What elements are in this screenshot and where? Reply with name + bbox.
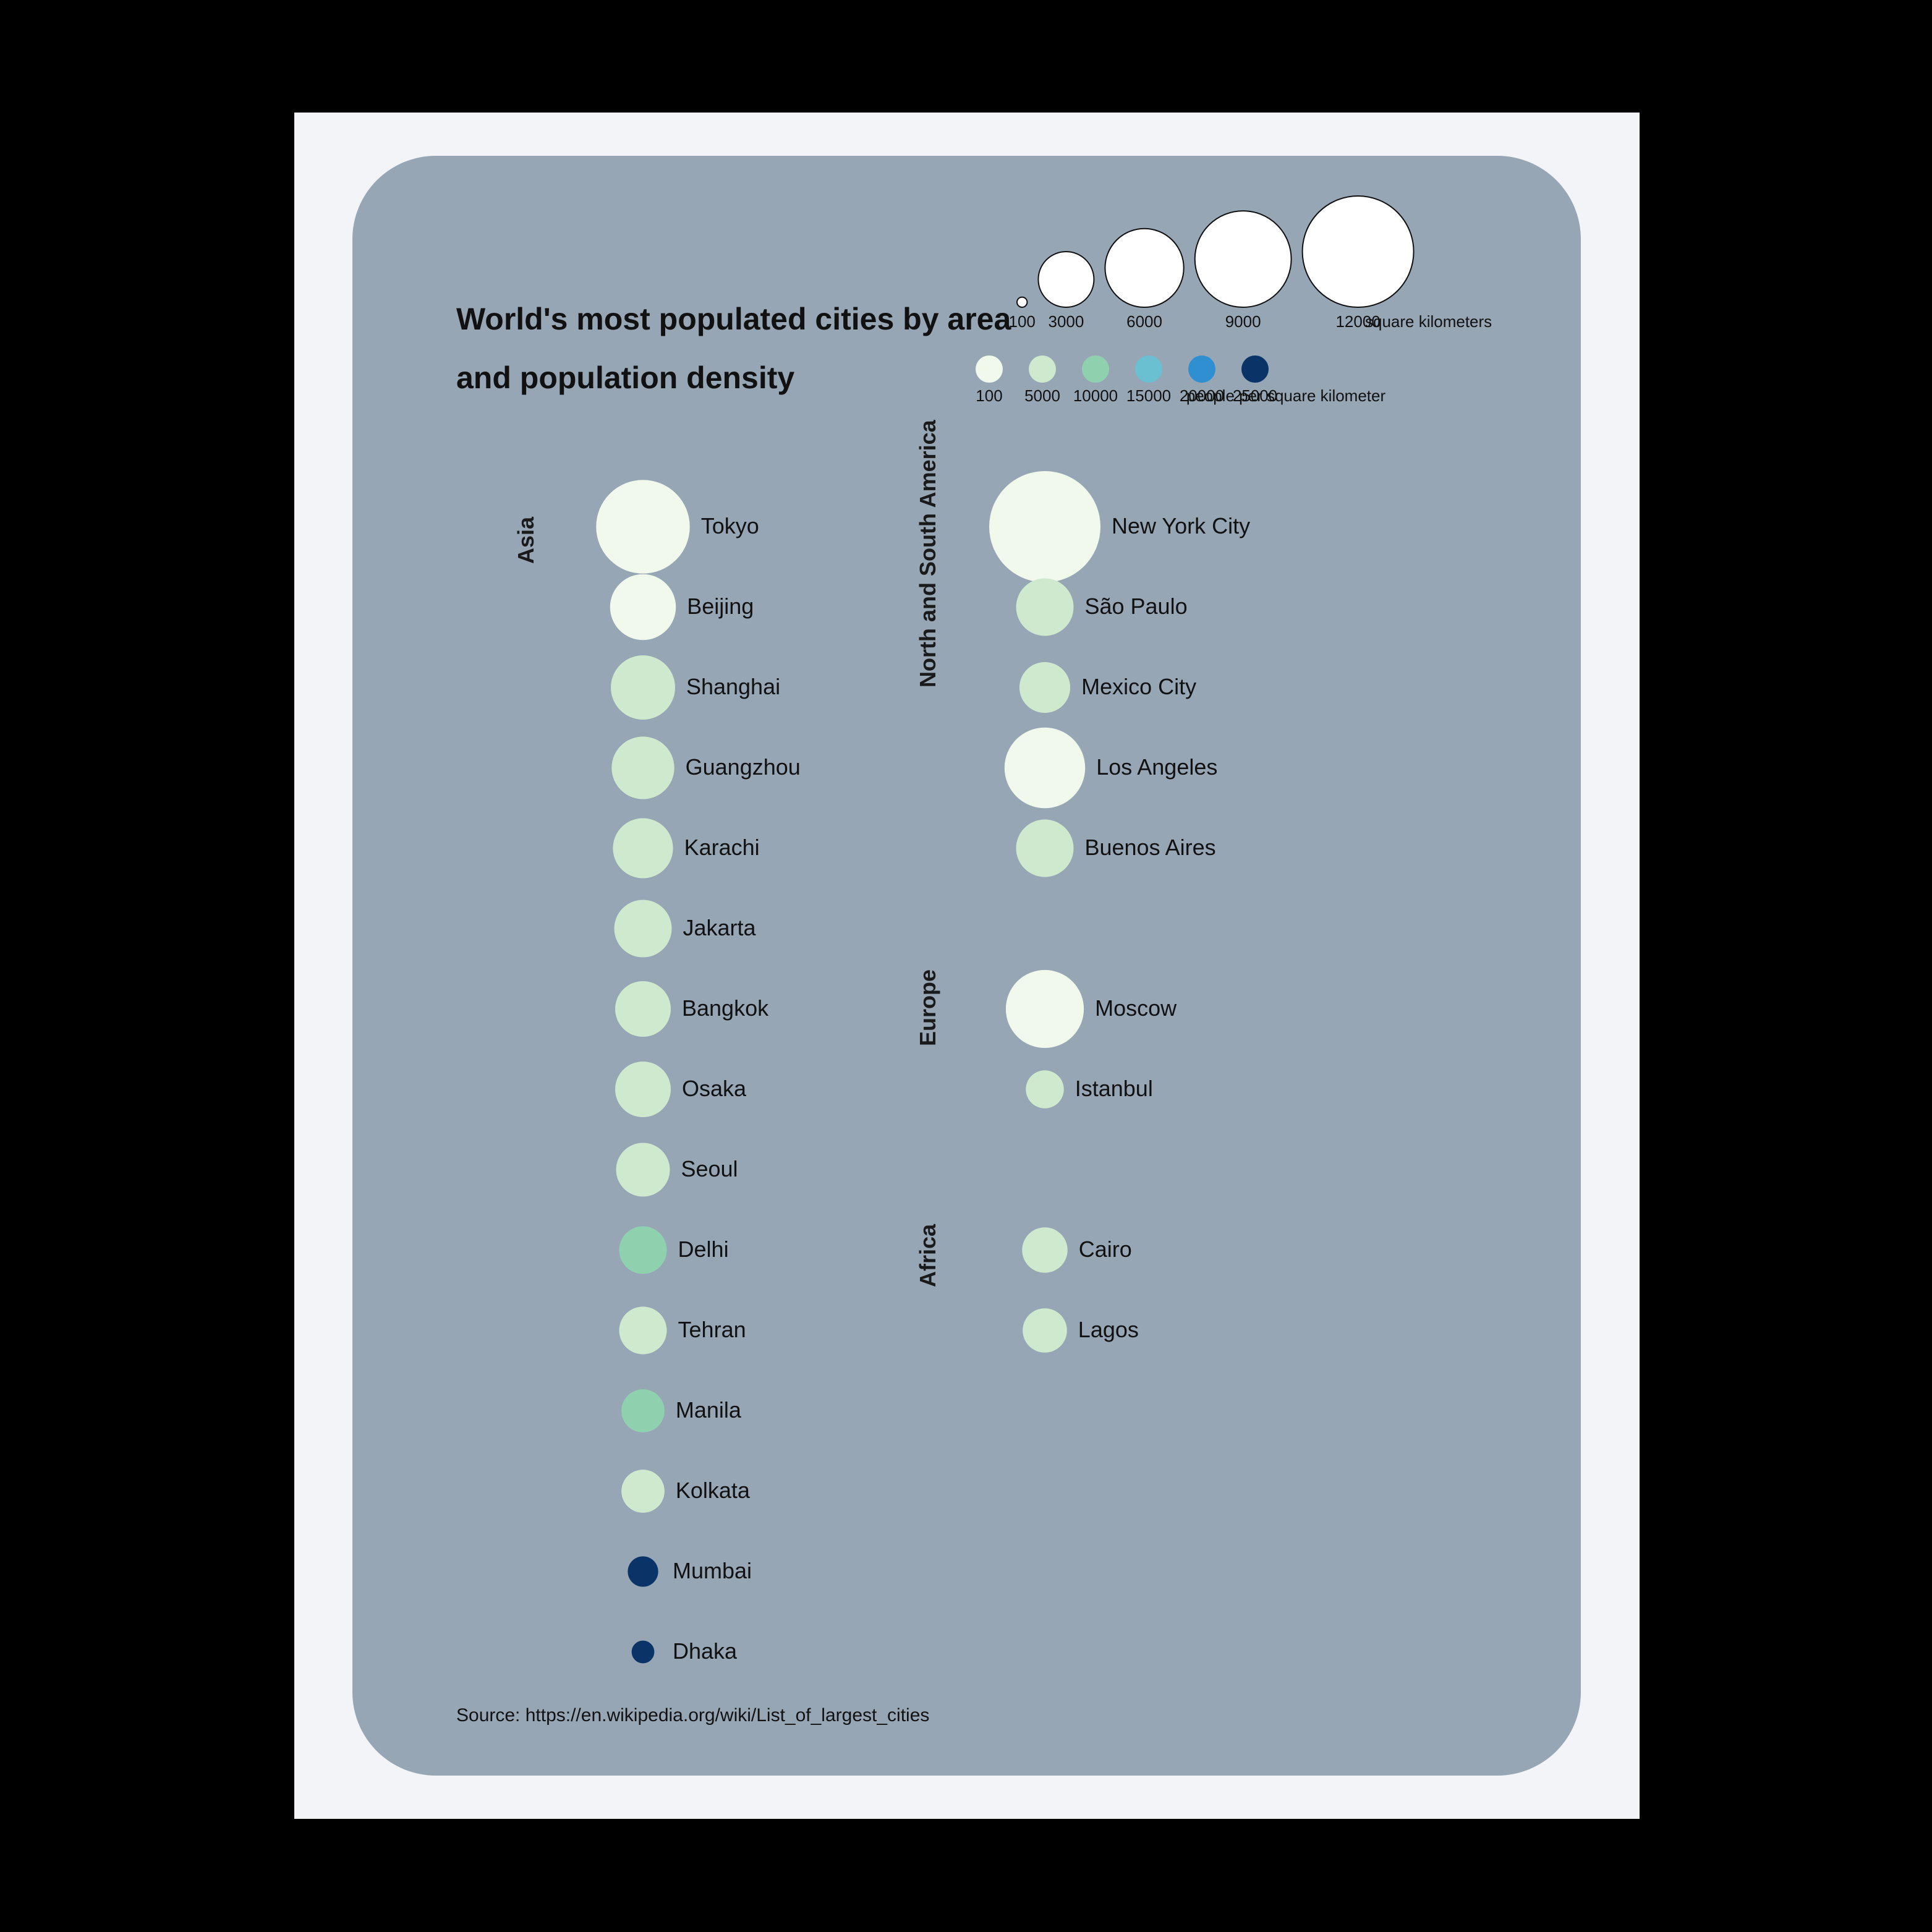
city-label: Tehran [678,1317,746,1343]
city-label: Istanbul [1075,1076,1153,1102]
city-bubble [621,1389,665,1432]
region-label: Asia [513,517,539,564]
city-label: Dhaka [673,1638,737,1664]
city-bubble [615,981,671,1037]
city-label: Kolkata [676,1478,750,1504]
city-bubble [628,1556,658,1586]
city-bubble [621,1470,665,1513]
chart-panel: World's most populated cities by area an… [352,156,1581,1776]
city-label: Beijing [687,594,754,619]
city-label: Jakarta [683,915,755,941]
city-label: Bangkok [682,995,768,1021]
city-label: Mumbai [673,1558,752,1584]
city-bubble [619,1306,666,1354]
city-bubble [989,471,1100,582]
page-canvas: World's most populated cities by area an… [294,113,1640,1819]
region-label: North and South America [915,420,941,687]
city-bubble [1016,820,1074,877]
city-bubble [1005,728,1085,808]
city-bubble [1006,970,1084,1048]
city-label: New York City [1112,513,1250,539]
city-bubble [619,1226,666,1274]
city-bubble [1023,1308,1067,1353]
region-label: Africa [915,1224,941,1287]
city-bubble [1019,662,1070,713]
city-label: Manila [676,1397,741,1423]
city-bubble [615,900,672,958]
city-bubble [596,480,689,573]
city-bubble [610,574,676,640]
city-label: Los Angeles [1096,754,1217,780]
city-label: São Paulo [1084,594,1187,619]
city-label: Osaka [682,1076,746,1102]
chart-body [352,156,1581,1776]
city-bubble [615,1062,671,1117]
city-bubble [611,736,674,799]
city-label: Shanghai [686,674,780,700]
city-label: Cairo [1079,1236,1132,1262]
city-bubble [613,818,673,878]
city-bubble [1026,1070,1063,1108]
city-label: Moscow [1095,995,1177,1021]
city-bubble [632,1641,655,1664]
city-label: Buenos Aires [1084,835,1215,861]
city-label: Tokyo [701,513,759,539]
city-bubble [1022,1227,1067,1272]
source-text: Source: https://en.wikipedia.org/wiki/Li… [456,1705,929,1726]
city-label: Mexico City [1081,674,1196,700]
city-bubble [616,1143,670,1197]
city-label: Delhi [678,1236,729,1262]
city-bubble [1016,579,1074,636]
city-label: Karachi [684,835,760,861]
city-label: Seoul [681,1156,738,1182]
city-label: Lagos [1078,1317,1139,1343]
city-bubble [611,655,675,720]
city-label: Guangzhou [686,754,801,780]
region-label: Europe [915,969,941,1046]
